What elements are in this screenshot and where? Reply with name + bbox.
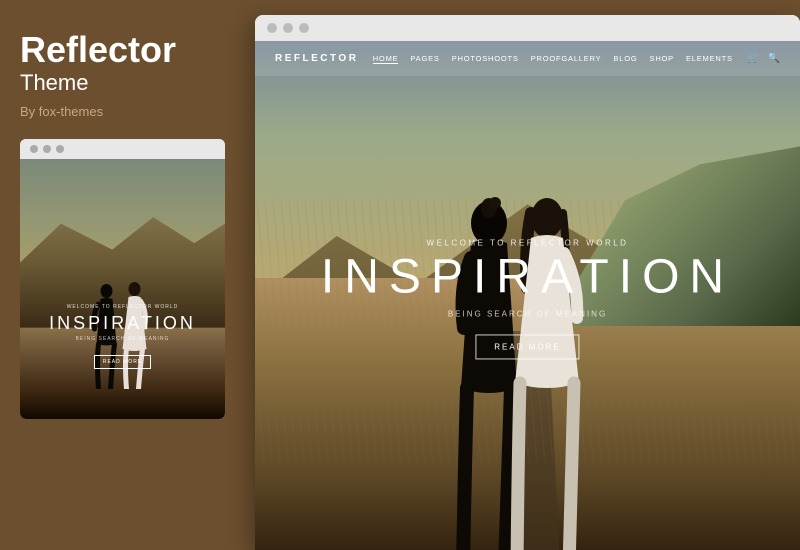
main-hero-sub: BEING SEARCH OF MEANING	[321, 309, 734, 318]
main-dot-1	[267, 23, 277, 33]
theme-subtitle: Theme	[20, 70, 225, 96]
main-navigation: REFLECTOR HOME PAGES PHOTOSHOOTS PROOFGA…	[255, 41, 800, 76]
main-hero-content: WELCOME TO REFLECTOR WORLD INSPIRATION B…	[321, 238, 734, 359]
main-hero-title: INSPIRATION	[321, 253, 734, 301]
mini-preview-area: REFLECTOR HOME PAGES BLOG	[20, 159, 225, 419]
mini-hero-content: WELCOME TO REFLECTOR WORLD INSPIRATION B…	[20, 304, 225, 369]
mini-cta-button[interactable]: READ MORE	[94, 355, 151, 369]
nav-link-elements[interactable]: ELEMENTS	[686, 54, 733, 63]
mini-hero-title: INSPIRATION	[30, 314, 215, 332]
search-icon[interactable]: 🔍	[768, 53, 780, 64]
nav-link-home[interactable]: HOME	[373, 54, 399, 64]
theme-title: Reflector	[20, 30, 225, 70]
mini-dot-3	[56, 145, 64, 153]
mini-dot-2	[43, 145, 51, 153]
nav-link-pages[interactable]: PAGES	[410, 54, 439, 63]
main-preview-area: REFLECTOR HOME PAGES PHOTOSHOOTS PROOFGA…	[255, 41, 800, 550]
hero-background: REFLECTOR HOME PAGES PHOTOSHOOTS PROOFGA…	[255, 41, 800, 550]
nav-link-shop[interactable]: SHOP	[650, 54, 674, 63]
main-browser: REFLECTOR HOME PAGES PHOTOSHOOTS PROOFGA…	[255, 15, 800, 550]
main-browser-bar	[255, 15, 800, 41]
mini-browser-bar	[20, 139, 225, 159]
nav-links-container: HOME PAGES PHOTOSHOOTS PROOFGALLERY BLOG…	[373, 54, 733, 64]
left-panel: Reflector Theme By fox-themes REFLECTOR …	[0, 0, 245, 550]
mini-dot-1	[30, 145, 38, 153]
main-nav-brand: REFLECTOR	[275, 53, 358, 64]
nav-link-proofgallery[interactable]: PROOFGALLERY	[531, 54, 602, 63]
mini-hero-sub: BEING SEARCH OF MEANING	[30, 336, 215, 342]
main-tagline: WELCOME TO REFLECTOR WORLD	[321, 238, 734, 247]
mini-browser-preview: REFLECTOR HOME PAGES BLOG	[20, 139, 225, 419]
main-dot-2	[283, 23, 293, 33]
nav-link-photoshoots[interactable]: PHOTOSHOOTS	[452, 54, 519, 63]
cart-icon[interactable]: 🛒	[747, 53, 759, 64]
nav-icons-area: 🛒 🔍	[747, 53, 780, 64]
main-dot-3	[299, 23, 309, 33]
more-button-area	[20, 515, 225, 530]
main-cta-button[interactable]: READ MORE	[475, 334, 579, 359]
mini-tagline: WELCOME TO REFLECTOR WORLD	[30, 304, 215, 310]
nav-link-blog[interactable]: BLOG	[613, 54, 637, 63]
theme-author: By fox-themes	[20, 104, 225, 119]
